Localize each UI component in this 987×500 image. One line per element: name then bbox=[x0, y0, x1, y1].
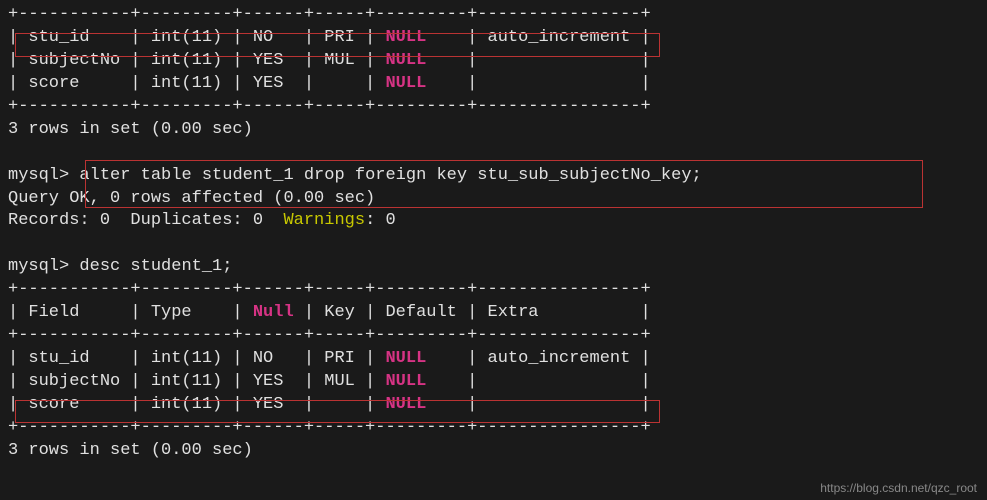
table2-border-top: +-----------+---------+------+-----+----… bbox=[8, 279, 979, 302]
table1-border-bottom: +-----------+---------+------+-----+----… bbox=[8, 96, 979, 119]
blank-1 bbox=[8, 142, 979, 165]
table2-header: | Field | Type | Null | Key | Default | … bbox=[8, 302, 979, 325]
cmd1-result1: Query OK, 0 rows affected (0.00 sec) bbox=[8, 188, 979, 211]
table2-border-bottom: +-----------+---------+------+-----+----… bbox=[8, 417, 979, 440]
cmd2-line: mysql> desc student_1; bbox=[8, 256, 979, 279]
table-row: | score | int(11) | YES | | NULL | | bbox=[8, 73, 979, 96]
cmd1-line: mysql> alter table student_1 drop foreig… bbox=[8, 165, 979, 188]
table2-border-mid: +-----------+---------+------+-----+----… bbox=[8, 325, 979, 348]
watermark: https://blog.csdn.net/qzc_root bbox=[820, 480, 977, 496]
table1-footer: 3 rows in set (0.00 sec) bbox=[8, 119, 979, 142]
table-row: | score | int(11) | YES | | NULL | | bbox=[8, 394, 979, 417]
cmd1-result2: Records: 0 Duplicates: 0 Warnings: 0 bbox=[8, 210, 979, 233]
table-row: | subjectNo | int(11) | YES | MUL | NULL… bbox=[8, 50, 979, 73]
table2-footer: 3 rows in set (0.00 sec) bbox=[8, 440, 979, 463]
table-row: | stu_id | int(11) | NO | PRI | NULL | a… bbox=[8, 348, 979, 371]
table-row: | subjectNo | int(11) | YES | MUL | NULL… bbox=[8, 371, 979, 394]
table-row: | stu_id | int(11) | NO | PRI | NULL | a… bbox=[8, 27, 979, 50]
blank-2 bbox=[8, 233, 979, 256]
table2-rows: | stu_id | int(11) | NO | PRI | NULL | a… bbox=[8, 348, 979, 417]
table1-border-top: +-----------+---------+------+-----+----… bbox=[8, 4, 979, 27]
table1-rows: | stu_id | int(11) | NO | PRI | NULL | a… bbox=[8, 27, 979, 96]
